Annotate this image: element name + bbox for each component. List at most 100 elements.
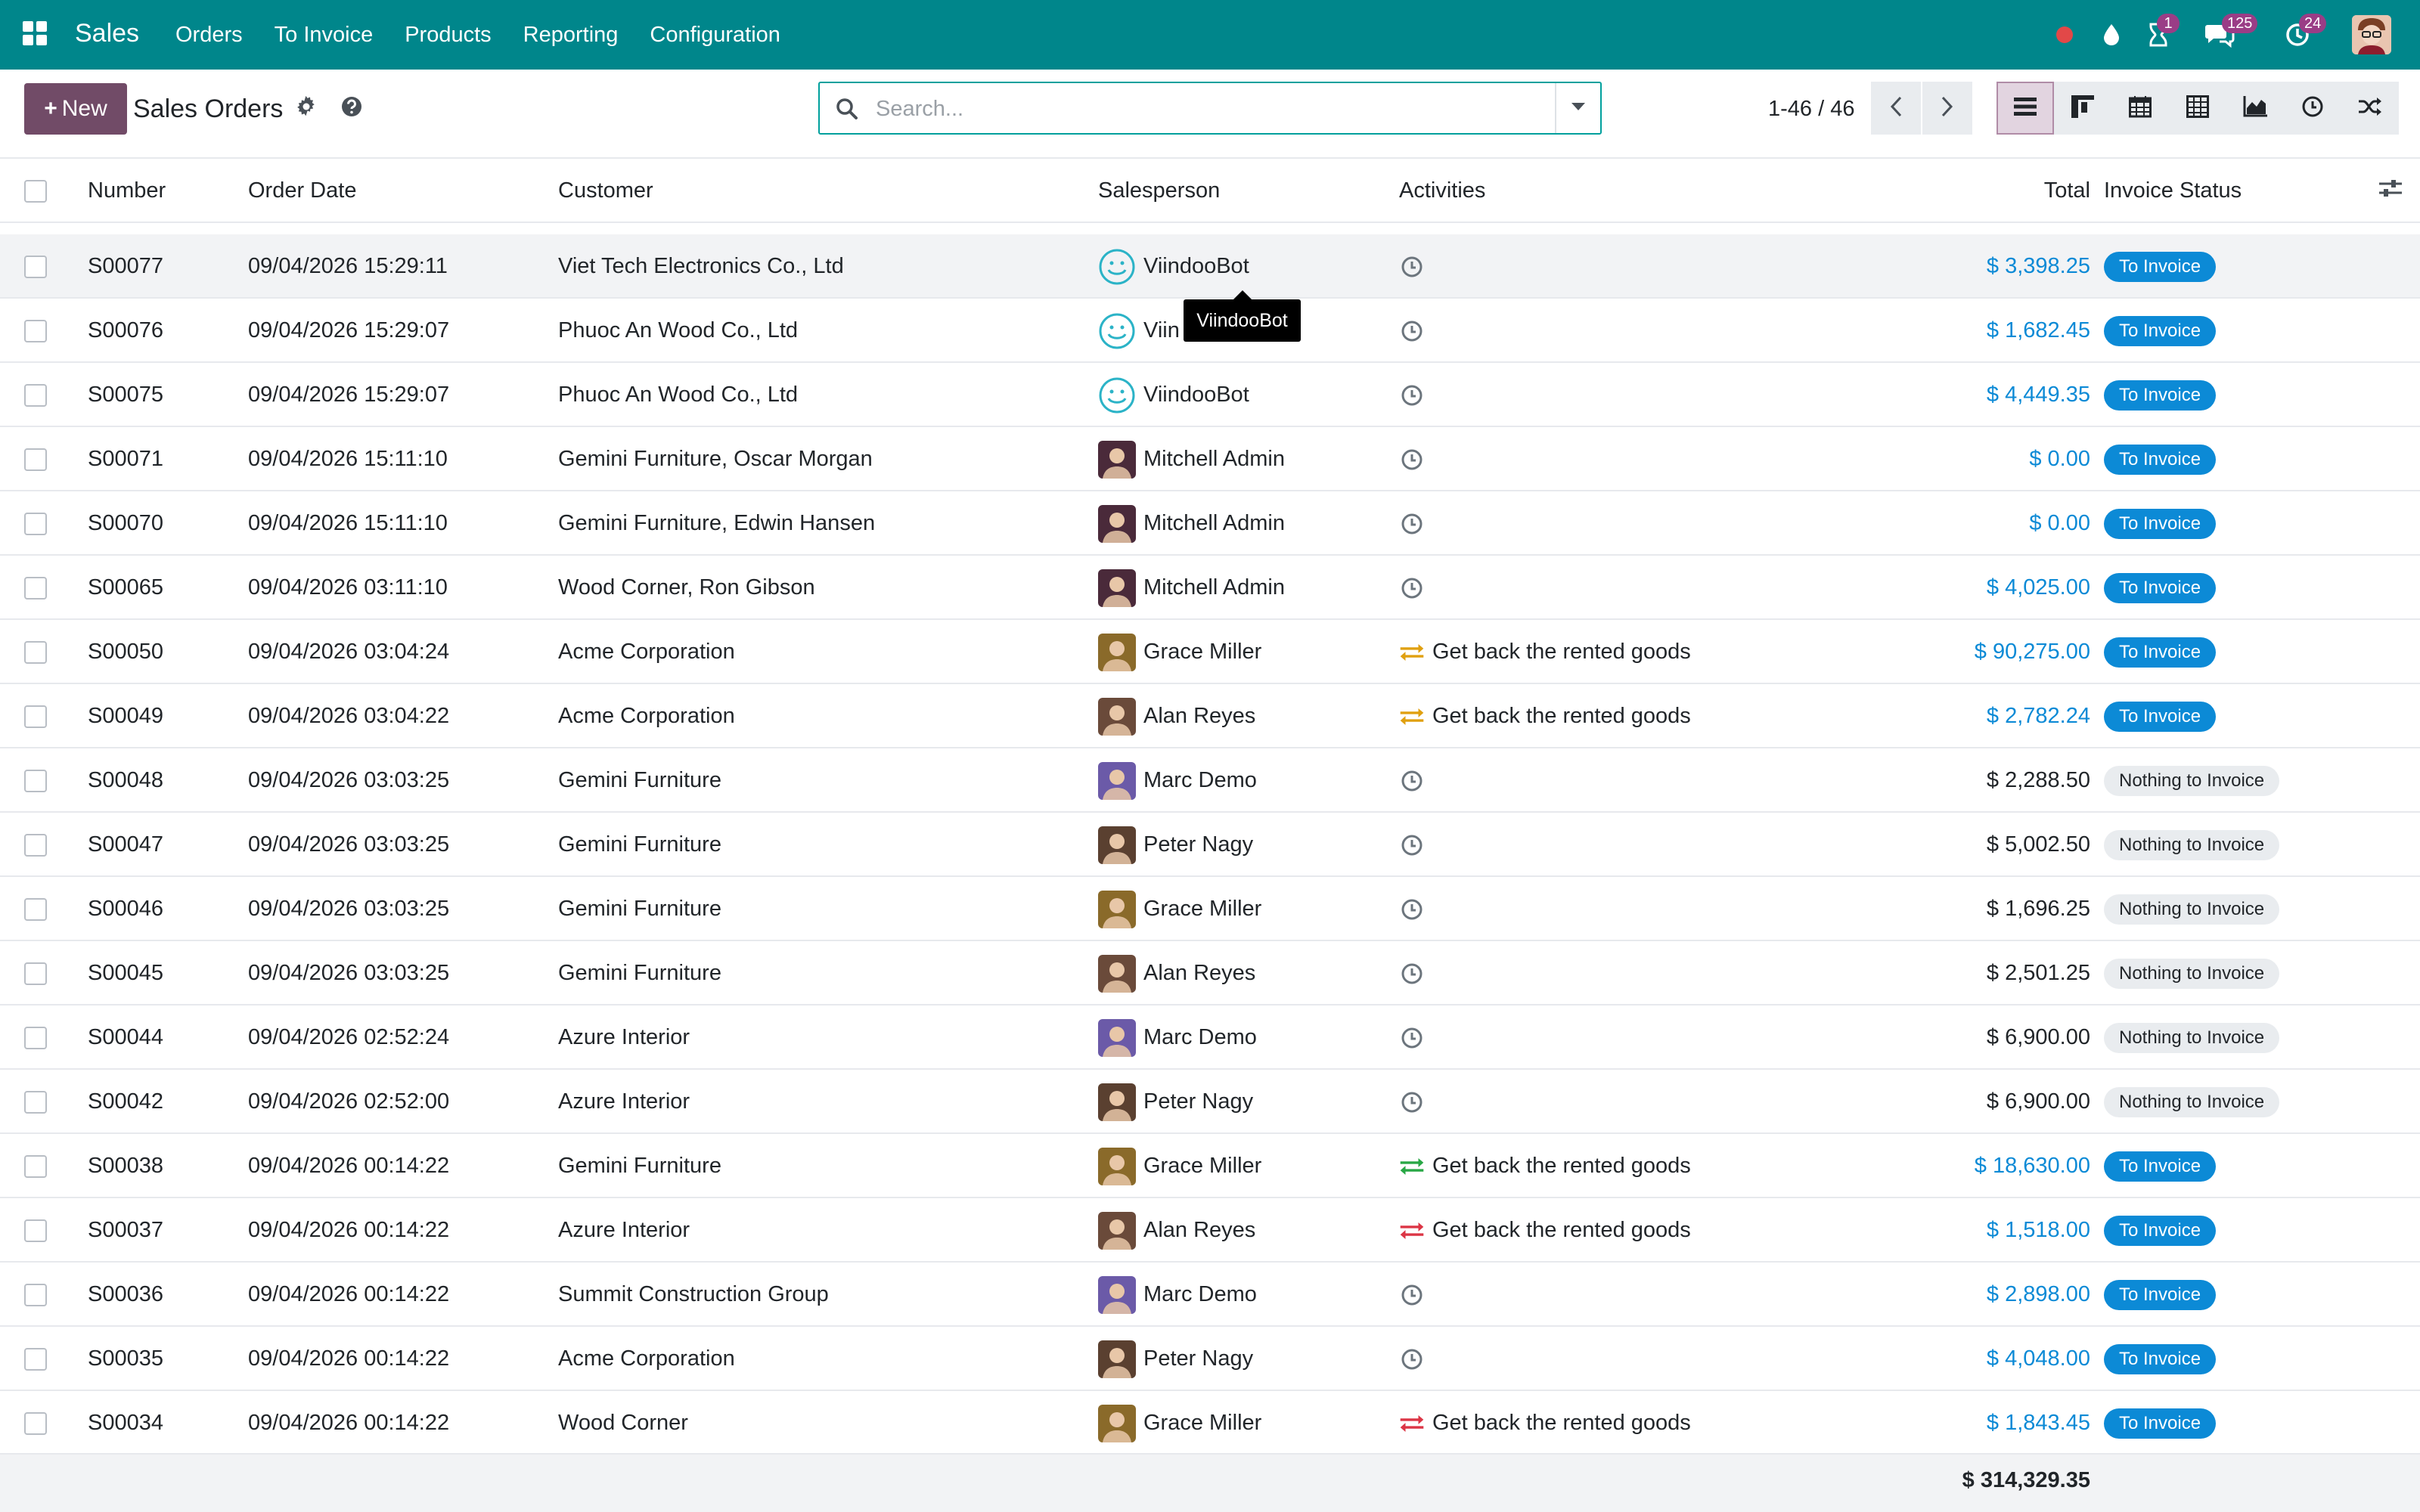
table-row[interactable]: S00065 09/04/2026 03:11:10 Wood Corner, Ro… [0, 556, 2420, 620]
header-salesperson[interactable]: Salesperson [1098, 159, 1220, 223]
salesperson[interactable]: Grace Miller [1098, 1134, 1261, 1198]
header-invoice-status[interactable]: Invoice Status [2104, 159, 2242, 223]
row-checkbox[interactable] [24, 448, 47, 471]
graph-view-button[interactable] [2226, 82, 2284, 135]
app-name[interactable]: Sales [75, 18, 139, 48]
row-checkbox[interactable] [24, 834, 47, 857]
search-input[interactable] [876, 92, 1526, 125]
activity-view-button[interactable] [2284, 82, 2341, 135]
salesperson[interactable]: Alan Reyes [1098, 1198, 1255, 1263]
table-row[interactable]: S00075 09/04/2026 15:29:07 Phuoc An Wood C… [0, 363, 2420, 427]
table-row[interactable]: S00037 09/04/2026 00:14:22 Azure Interior A… [0, 1198, 2420, 1263]
row-checkbox[interactable] [24, 1091, 47, 1114]
optional-columns-toggle[interactable] [2379, 159, 2402, 223]
activity-clock-icon[interactable] [1399, 447, 1425, 472]
activity-clock-icon[interactable] [1399, 961, 1425, 987]
row-checkbox[interactable] [24, 1219, 47, 1242]
activity-clock-icon[interactable] [1399, 383, 1425, 408]
header-total[interactable]: Total [1936, 159, 2090, 223]
salesperson[interactable]: Marc Demo [1098, 1005, 1257, 1070]
table-row[interactable]: S00036 09/04/2026 00:14:22 Summit Construc… [0, 1263, 2420, 1327]
activity-clock-icon[interactable] [1399, 1025, 1425, 1051]
user-avatar[interactable] [2352, 15, 2391, 54]
activity-exchange-icon[interactable] [1399, 640, 1425, 665]
row-checkbox[interactable] [24, 1284, 47, 1306]
table-row[interactable]: S00042 09/04/2026 02:52:00 Azure Interior P… [0, 1070, 2420, 1134]
activity-clock-icon[interactable] [1399, 897, 1425, 922]
row-checkbox[interactable] [24, 384, 47, 407]
messages-icon[interactable] [2201, 0, 2238, 70]
activity-clock-icon[interactable] [1399, 1282, 1425, 1308]
header-activities[interactable]: Activities [1399, 159, 1485, 223]
row-checkbox[interactable] [24, 1155, 47, 1178]
apps-menu-icon[interactable] [23, 21, 47, 45]
salesperson[interactable]: Peter Nagy [1098, 1327, 1253, 1391]
activity-exchange-icon[interactable] [1399, 1154, 1425, 1179]
row-checkbox[interactable] [24, 513, 47, 535]
salesperson[interactable]: Mitchell Admin [1098, 556, 1285, 620]
row-checkbox[interactable] [24, 641, 47, 664]
table-row[interactable]: S00049 09/04/2026 03:04:22 Acme Corporatio… [0, 684, 2420, 748]
row-checkbox[interactable] [24, 577, 47, 600]
table-row[interactable]: S00045 09/04/2026 03:03:25 Gemini Furnitur… [0, 941, 2420, 1005]
clock-icon[interactable] [2281, 0, 2314, 70]
activity-clock-icon[interactable] [1399, 575, 1425, 601]
pager-value[interactable]: 1-46 / 46 [1768, 94, 1854, 124]
salesperson[interactable]: Marc Demo [1098, 748, 1257, 813]
pager-next-button[interactable] [1922, 82, 1972, 135]
activity-clock-icon[interactable] [1399, 254, 1425, 280]
table-row[interactable]: S00050 09/04/2026 03:04:24 Acme Corporatio… [0, 620, 2420, 684]
salesperson[interactable]: Viin [1098, 299, 1180, 363]
activity-clock-icon[interactable] [1399, 318, 1425, 344]
menu-orders[interactable]: Orders [175, 21, 243, 48]
kanban-view-button[interactable] [2054, 82, 2111, 135]
salesperson[interactable]: ViindooBot [1098, 234, 1249, 299]
activity-clock-icon[interactable] [1399, 1346, 1425, 1372]
activity-exchange-icon[interactable] [1399, 1218, 1425, 1244]
table-row[interactable]: S00046 09/04/2026 03:03:25 Gemini Furnitur… [0, 877, 2420, 941]
search-options-toggle[interactable] [1555, 83, 1600, 133]
select-all-checkbox[interactable] [24, 179, 47, 203]
salesperson[interactable]: Grace Miller [1098, 1391, 1261, 1455]
salesperson[interactable]: Grace Miller [1098, 877, 1261, 941]
menu-configuration[interactable]: Configuration [650, 21, 780, 48]
menu-to-invoice[interactable]: To Invoice [275, 21, 374, 48]
salesperson[interactable]: Mitchell Admin [1098, 427, 1285, 491]
new-button[interactable]: + New [24, 83, 127, 135]
activity-clock-icon[interactable] [1399, 511, 1425, 537]
table-row[interactable]: S00038 09/04/2026 00:14:22 Gemini Furnitur… [0, 1134, 2420, 1198]
table-row[interactable]: S00077 09/04/2026 15:29:11 Viet Tech Elect… [0, 234, 2420, 299]
pager-previous-button[interactable] [1871, 82, 1921, 135]
menu-products[interactable]: Products [405, 21, 491, 48]
activity-clock-icon[interactable] [1399, 832, 1425, 858]
table-row[interactable]: S00071 09/04/2026 15:11:10 Gemini Furnitur… [0, 427, 2420, 491]
row-checkbox[interactable] [24, 770, 47, 792]
activity-clock-icon[interactable] [1399, 1089, 1425, 1115]
row-checkbox[interactable] [24, 898, 47, 921]
salesperson[interactable]: Mitchell Admin [1098, 491, 1285, 556]
activity-exchange-icon[interactable] [1399, 1411, 1425, 1436]
pivot-view-button[interactable] [2169, 82, 2226, 135]
activity-hourglass-icon[interactable] [2142, 0, 2175, 70]
activity-clock-icon[interactable] [1399, 768, 1425, 794]
row-checkbox[interactable] [24, 1348, 47, 1371]
help-icon[interactable] [340, 95, 363, 122]
menu-reporting[interactable]: Reporting [523, 21, 619, 48]
table-row[interactable]: S00035 09/04/2026 00:14:22 Acme Corporatio… [0, 1327, 2420, 1391]
salesperson[interactable]: Marc Demo [1098, 1263, 1257, 1327]
table-row[interactable]: S00048 09/04/2026 03:03:25 Gemini Furnitur… [0, 748, 2420, 813]
row-checkbox[interactable] [24, 1027, 47, 1049]
table-row[interactable]: S00044 09/04/2026 02:52:24 Azure Interior M… [0, 1005, 2420, 1070]
list-view-button[interactable] [1996, 82, 2054, 135]
salesperson[interactable]: ViindooBot [1098, 363, 1249, 427]
row-checkbox[interactable] [24, 256, 47, 278]
activity-exchange-icon[interactable] [1399, 704, 1425, 730]
recording-indicator-icon[interactable] [2053, 0, 2076, 70]
row-checkbox[interactable] [24, 962, 47, 985]
calendar-view-button[interactable] [2111, 82, 2169, 135]
row-checkbox[interactable] [24, 1412, 47, 1435]
gear-icon[interactable] [295, 95, 318, 122]
salesperson[interactable]: Alan Reyes [1098, 684, 1255, 748]
table-row[interactable]: S00034 09/04/2026 00:14:22 Wood Corner Grac… [0, 1391, 2420, 1455]
salesperson[interactable]: Alan Reyes [1098, 941, 1255, 1005]
